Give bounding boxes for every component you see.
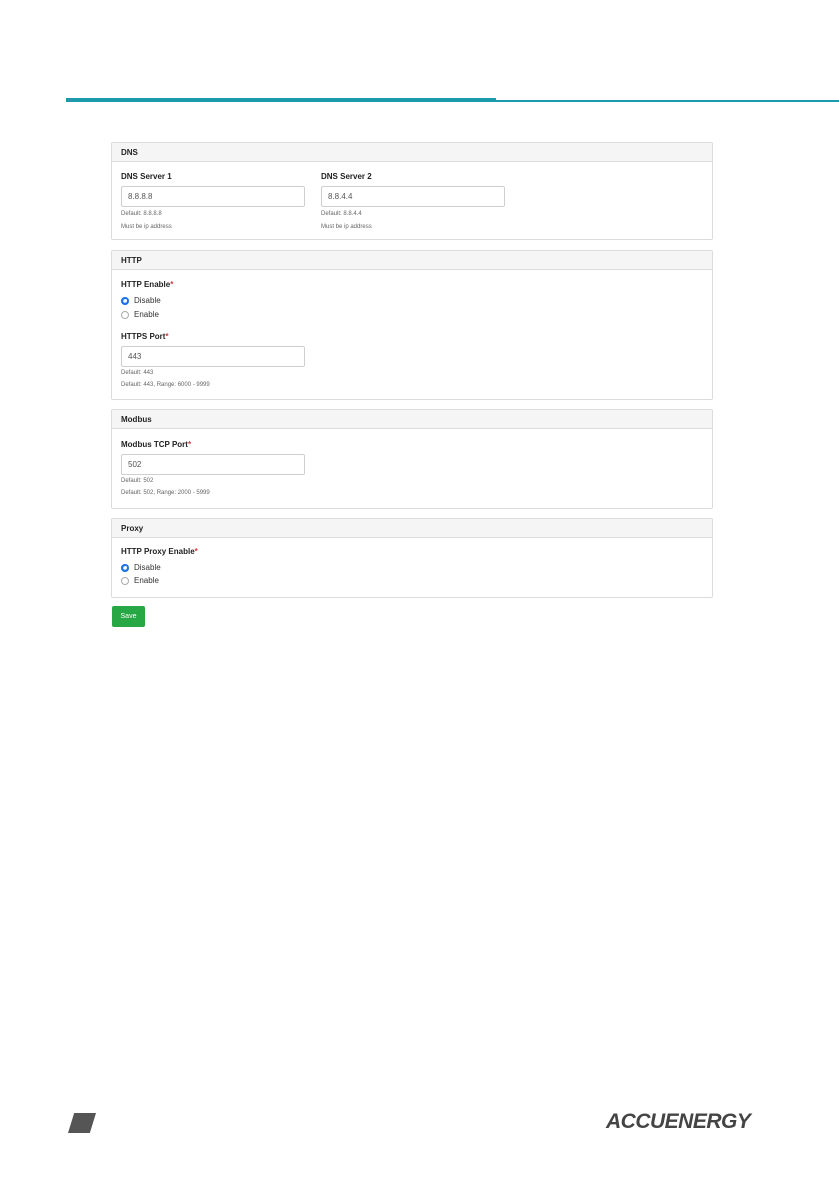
modbus-port-input[interactable]: 502 — [121, 454, 305, 475]
http-enable-option-enable[interactable]: Enable — [121, 310, 159, 319]
http-card: HTTP HTTP Enable* Disable Enable HTTPS P… — [111, 250, 713, 400]
proxy-enable-option-disable[interactable]: Disable — [121, 563, 161, 572]
option-label: Enable — [134, 576, 159, 585]
modbus-port-label: Modbus TCP Port* — [121, 440, 192, 449]
https-port-input[interactable]: 443 — [121, 346, 305, 367]
proxy-enable-option-enable[interactable]: Enable — [121, 576, 159, 585]
save-button[interactable]: Save — [112, 606, 145, 627]
radio-checked-icon — [121, 563, 129, 572]
required-mark: * — [170, 280, 174, 289]
header-rule-thin — [494, 100, 839, 102]
dns-server2-rule: Must be ip address — [321, 224, 372, 230]
header-rule-thick — [66, 98, 496, 102]
option-label: Disable — [134, 563, 161, 572]
modbus-port-range: Default: 502, Range: 2000 - 5999 — [121, 490, 210, 496]
dns-server1-rule: Must be ip address — [121, 224, 172, 230]
option-label: Enable — [134, 310, 159, 319]
http-card-title: HTTP — [112, 251, 712, 270]
radio-unchecked-icon — [121, 310, 129, 319]
radio-unchecked-icon — [121, 576, 129, 585]
dns-server1-input[interactable]: 8.8.8.8 — [121, 186, 305, 207]
proxy-card: Proxy HTTP Proxy Enable* Disable Enable — [111, 518, 713, 598]
https-port-range: Default: 443, Range: 6000 - 9999 — [121, 382, 210, 388]
required-mark: * — [165, 332, 169, 341]
dns-server2-input[interactable]: 8.8.4.4 — [321, 186, 505, 207]
http-enable-label: HTTP Enable* — [121, 280, 174, 289]
dns-server2-label: DNS Server 2 — [321, 172, 372, 181]
proxy-enable-label: HTTP Proxy Enable* — [121, 547, 198, 556]
dns-server1-label: DNS Server 1 — [121, 172, 172, 181]
modbus-card-title: Modbus — [112, 410, 712, 429]
option-label: Disable — [134, 296, 161, 305]
dns-card-title: DNS — [112, 143, 712, 162]
dns-card: DNS DNS Server 1 8.8.8.8 Default: 8.8.8.… — [111, 142, 713, 240]
proxy-card-title: Proxy — [112, 519, 712, 538]
https-port-label: HTTPS Port* — [121, 332, 169, 341]
https-port-default: Default: 443 — [121, 370, 154, 376]
required-mark: * — [187, 440, 192, 449]
modbus-port-default: Default: 502 — [121, 478, 154, 484]
dns-server1-default: Default: 8.8.8.8 — [121, 211, 162, 217]
brand-logo: ACCUENERGY — [606, 1110, 751, 1133]
http-enable-option-disable[interactable]: Disable — [121, 296, 161, 305]
modbus-card: Modbus Modbus TCP Port* 502 Default: 502… — [111, 409, 713, 509]
required-mark: * — [194, 547, 198, 556]
radio-checked-icon — [121, 296, 129, 305]
page-number-tab — [68, 1113, 96, 1133]
dns-server2-default: Default: 8.8.4.4 — [321, 211, 362, 217]
